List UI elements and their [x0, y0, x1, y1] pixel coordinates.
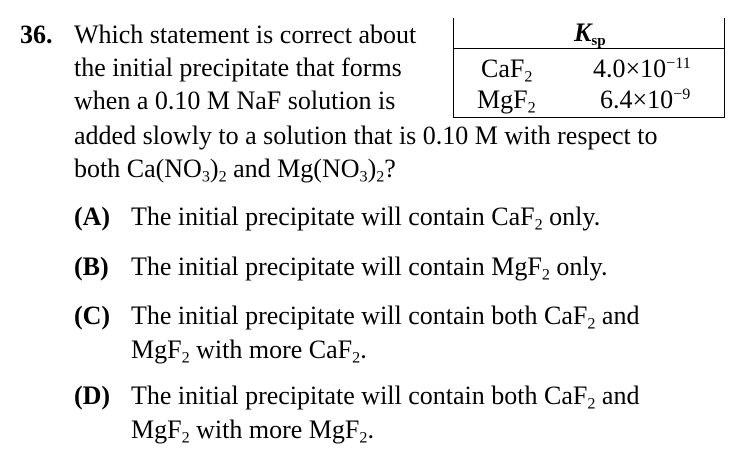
choice-c-text-line-2: MgF2 with more CaF2.	[131, 335, 367, 367]
ksp-value-mgf2: 6.4×10−9	[600, 85, 691, 114]
choice-d-text-line-2: MgF2 with more MgF2.	[131, 415, 374, 447]
question-stem-line-5: both Ca(NO3)2 and Mg(NO3)2?	[74, 154, 396, 186]
ksp-compound-caf2: CaF2	[481, 54, 533, 86]
question-stem-line-3: when a 0.10 M NaF solution is	[74, 86, 396, 115]
choice-d-letter: (D)	[74, 381, 111, 410]
question-number: 36.	[20, 20, 53, 49]
ksp-compound-mgf2: MgF2	[477, 85, 536, 117]
choice-b-text: The initial precipitate will contain MgF…	[131, 252, 608, 284]
question-stem-line-1: Which statement is correct about	[74, 20, 417, 49]
choice-a-text: The initial precipitate will contain CaF…	[131, 202, 601, 234]
choice-b-letter: (B)	[74, 252, 109, 281]
ksp-table-header: Ksp	[454, 18, 724, 49]
ksp-value-caf2: 4.0×10−11	[593, 54, 691, 83]
question-stem-line-2: the initial precipitate that forms	[74, 53, 402, 82]
choice-c-text-line-1: The initial precipitate will contain bot…	[131, 301, 640, 333]
question-stem-line-4: added slowly to a solution that is 0.10 …	[74, 121, 658, 150]
choice-c-letter: (C)	[74, 301, 111, 330]
ksp-table: Ksp CaF2 4.0×10−11 MgF2 6.4×10−9	[453, 18, 725, 118]
ksp-header-label: Ksp	[574, 18, 606, 50]
choice-a-letter: (A)	[74, 202, 111, 231]
choice-d-text-line-1: The initial precipitate will contain bot…	[131, 381, 640, 413]
